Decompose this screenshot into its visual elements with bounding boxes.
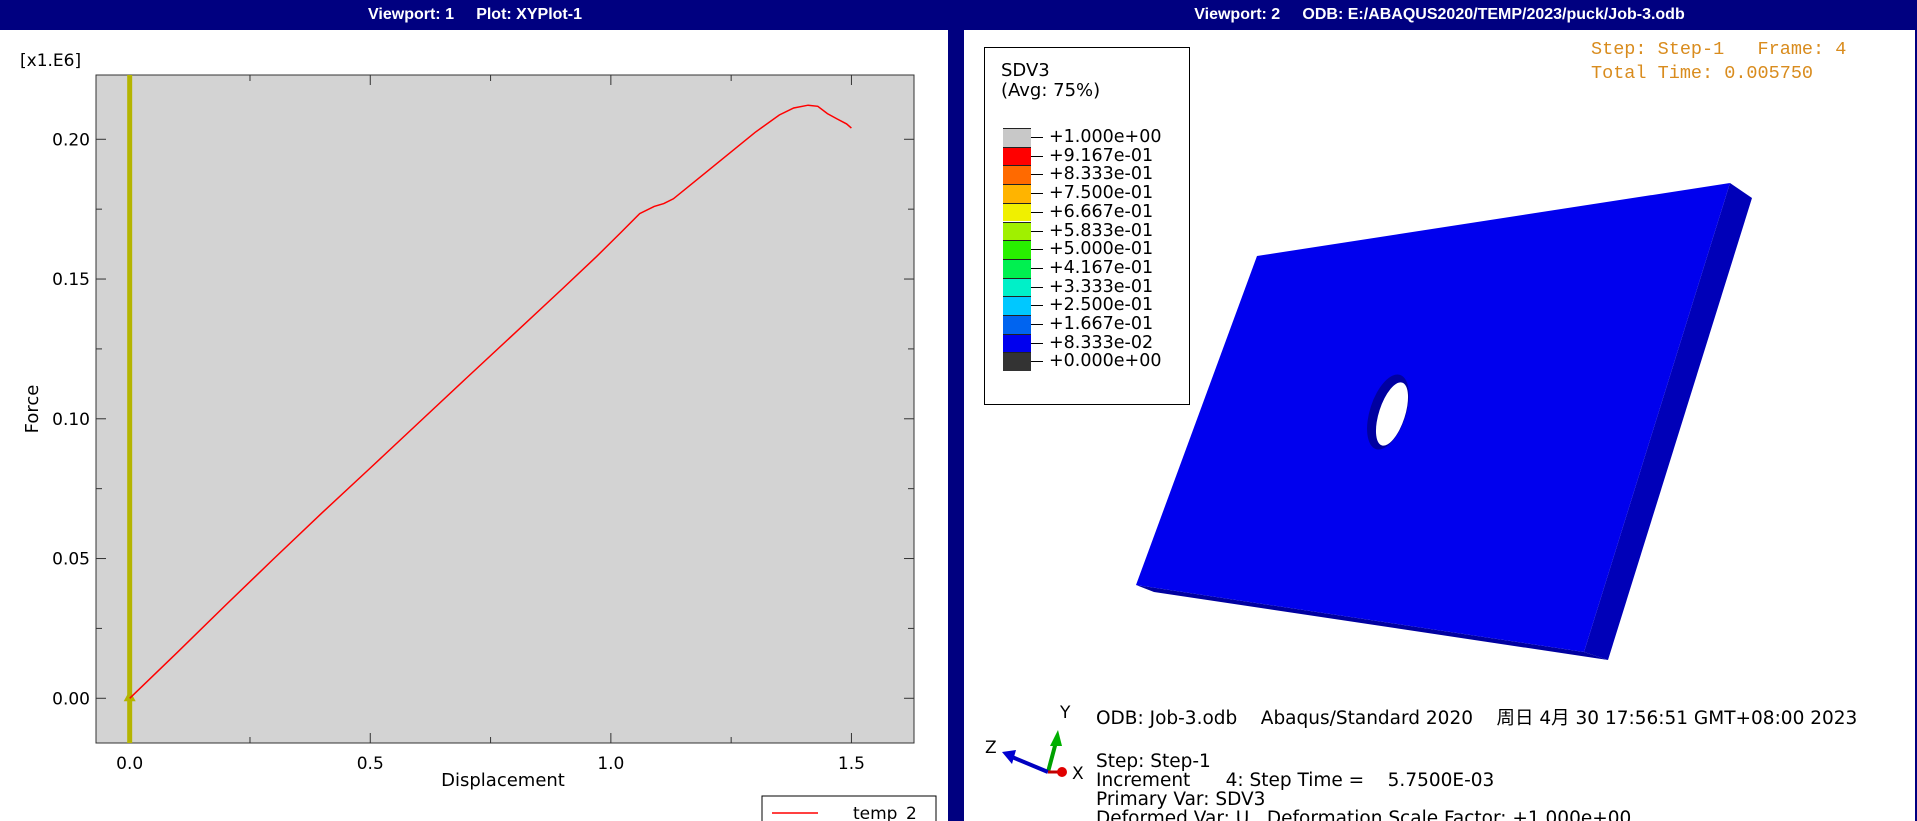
viewport-2-title[interactable]: Viewport: 2 ODB: E:/ABAQUS2020/TEMP/2023… [962,0,1917,28]
x-tick-label: 1.0 [597,754,624,774]
x-tick-label: 1.5 [838,754,865,774]
triad-x-label: X [1072,764,1084,784]
odb-info-line: ODB: Job-3.odb Abaqus/Standard 2020 周日 4… [1096,708,1858,729]
plate-model[interactable] [1136,183,1752,660]
y-tick-label: 0.10 [52,410,90,430]
y-axis-label: Force [22,385,43,434]
viewport-1-canvas[interactable]: [x1.E6] Force Displacement 0.0 0.5 1.0 1.5 0… [0,30,948,821]
triad-y-label: Y [1059,703,1071,723]
viewport-1[interactable]: Viewport: 1 Plot: XYPlot-1 [x1.E6] Force… [0,0,950,821]
triad-x-dot [1057,767,1067,777]
deformed-var-line: Deformed Var: U Deformation Scale Factor… [1096,808,1632,821]
increment-info-line: Increment 4: Step Time = 5.7500E-03 [1096,770,1495,791]
step-info-line: Step: Step-1 [1096,751,1211,772]
model-view[interactable]: Y Z X [964,30,1915,821]
legend-label: temp_2 [853,804,917,821]
triad-y-axis [1046,741,1058,773]
y-tick-label: 0.15 [52,270,90,290]
axis-triad: Y Z X [985,703,1084,784]
plot-legend[interactable]: temp_2 [761,795,937,821]
x-axis-label: Displacement [441,770,565,791]
triad-y-arrow [1050,730,1062,746]
y-multiplier-label: [x1.E6] [20,51,81,71]
xy-plot[interactable]: [x1.E6] Force Displacement 0.0 0.5 1.0 1.5 0… [0,30,948,821]
plate-top-face [1136,183,1730,652]
triad-z-label: Z [985,738,997,758]
plot-background [95,74,915,744]
viewport-2-canvas[interactable]: SDV3 (Avg: 75%) +1.000e+00 +9.167e-01 +8.3… [964,30,1915,821]
triad-z-axis [1011,755,1049,774]
y-tick-label: 0.20 [52,130,90,150]
triad-z-arrow [1002,750,1016,764]
x-tick-label: 0.0 [116,754,143,774]
primary-var-line: Primary Var: SDV3 [1096,789,1266,810]
viewport-1-title[interactable]: Viewport: 1 Plot: XYPlot-1 [0,0,950,28]
y-tick-label: 0.00 [52,689,90,709]
y-tick-label: 0.05 [52,550,90,570]
viewport-2[interactable]: Viewport: 2 ODB: E:/ABAQUS2020/TEMP/2023… [962,0,1917,821]
x-tick-label: 0.5 [357,754,384,774]
